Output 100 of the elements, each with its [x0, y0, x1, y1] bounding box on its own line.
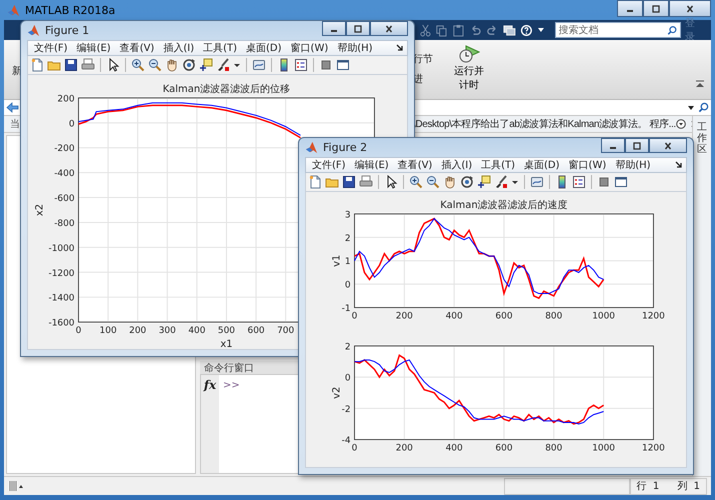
menu-item[interactable]: 桌面(D) — [521, 158, 563, 172]
linked-plot-icon[interactable] — [530, 175, 544, 189]
tick-label: 400 — [446, 312, 463, 322]
tick-label: 200 — [396, 312, 413, 322]
menu-item[interactable]: 工具(T) — [200, 41, 240, 55]
maximize-button[interactable] — [643, 0, 669, 17]
logo-icon — [7, 4, 20, 16]
brush-icon[interactable] — [494, 175, 508, 189]
dock-arrow-icon[interactable] — [675, 161, 683, 169]
tick-label: 1000 — [592, 443, 615, 454]
tick-label: 3 — [344, 210, 351, 220]
close-button[interactable] — [370, 21, 408, 36]
scissors-icon[interactable] — [418, 24, 432, 36]
tick-label: 1000 — [592, 312, 615, 322]
tick-label: -200 — [54, 144, 75, 154]
new-file-icon[interactable] — [30, 58, 44, 72]
menu-item[interactable]: 插入(I) — [438, 158, 476, 172]
back-arrow-icon[interactable] — [6, 102, 19, 113]
tick-label: -1600 — [48, 318, 75, 329]
logo-icon — [27, 24, 40, 37]
save-icon[interactable] — [342, 175, 356, 189]
window-icon[interactable] — [614, 175, 628, 189]
tick-label: 500 — [218, 326, 236, 336]
collapse-icon[interactable] — [695, 80, 705, 88]
hand-icon[interactable] — [443, 175, 457, 189]
menu-item[interactable]: 工具(T) — [478, 158, 518, 172]
maximize-icon — [632, 142, 642, 150]
run-and-time-button[interactable]: 运行并 计时 — [443, 40, 495, 99]
function-hint[interactable]: fx — [204, 378, 216, 392]
search-icon[interactable] — [667, 24, 678, 36]
zoom-out-icon[interactable] — [426, 175, 440, 189]
dropdown-circle-icon[interactable] — [676, 119, 686, 129]
tick-label: -600 — [54, 194, 75, 204]
tick-label: 600 — [495, 312, 513, 322]
tick-label: 0 — [352, 312, 358, 322]
tick-label: -800 — [54, 218, 75, 229]
printer-icon[interactable] — [81, 58, 95, 72]
maximize-button[interactable] — [346, 21, 370, 36]
menu-item[interactable]: 查看(V) — [394, 158, 436, 172]
menu-item[interactable]: 文件(F) — [31, 41, 71, 55]
brush-icon[interactable] — [216, 58, 230, 72]
windows-icon[interactable] — [502, 24, 516, 36]
tick-label: 0 — [344, 280, 351, 291]
folder-path: \Desktop\本程序给出了ab滤波算法和Kalman滤波算法。 程序... — [413, 118, 676, 131]
panel-title: 命令行窗口 — [204, 362, 254, 374]
menu-item[interactable]: 帮助(H) — [612, 158, 654, 172]
tick-label: 0 — [352, 443, 358, 454]
menu-item[interactable]: 编辑(E) — [74, 41, 114, 55]
data-cursor-icon[interactable] — [477, 175, 491, 189]
menu-item[interactable]: 插入(I) — [160, 41, 198, 55]
linked-plot-icon[interactable] — [252, 58, 266, 72]
tick-label: 2 — [344, 234, 351, 244]
grip-icon[interactable] — [8, 480, 24, 492]
panel-title[interactable]: 工作区 — [697, 122, 707, 155]
help-icon[interactable] — [520, 24, 533, 36]
legend-icon[interactable] — [294, 58, 308, 72]
caret-icon[interactable] — [687, 104, 695, 110]
zoom-in-icon[interactable] — [131, 58, 145, 72]
menu-item[interactable]: 编辑(E) — [352, 158, 392, 172]
tick-label: 200 — [396, 443, 413, 454]
panel-label: 当 — [10, 119, 20, 130]
square-icon[interactable] — [597, 175, 611, 189]
close-icon — [685, 4, 695, 12]
save-icon[interactable] — [64, 58, 78, 72]
window-title: MATLAB R2018a — [25, 4, 116, 16]
square-icon[interactable] — [319, 58, 333, 72]
minimize-button[interactable] — [322, 21, 346, 36]
tick-label: -1400 — [48, 294, 75, 304]
chart-title: Kalman滤波器滤波后的速度 — [440, 200, 568, 211]
menu-item[interactable]: 查看(V) — [116, 41, 158, 55]
menu-item[interactable]: 桌面(D) — [243, 41, 285, 55]
legend-icon[interactable] — [572, 175, 586, 189]
hand-icon[interactable] — [165, 58, 179, 72]
caret-icon[interactable] — [536, 27, 544, 33]
close-button[interactable] — [649, 138, 687, 153]
rotate-icon[interactable] — [460, 175, 474, 189]
minimize-button[interactable] — [617, 0, 643, 17]
clipboard-icon[interactable] — [452, 24, 466, 36]
dock-arrow-icon[interactable] — [396, 44, 404, 52]
maximize-button[interactable] — [625, 138, 649, 153]
minimize-button[interactable] — [601, 138, 625, 153]
menu-item[interactable]: 文件(F) — [309, 158, 349, 172]
zoom-in-icon[interactable] — [409, 175, 423, 189]
axis-title: v2 — [332, 386, 343, 398]
close-button[interactable] — [669, 0, 711, 17]
tick-label: 0 — [68, 119, 75, 130]
copy-icon[interactable] — [435, 24, 448, 36]
menu-item[interactable]: 窗口(W) — [288, 41, 332, 55]
rotate-icon[interactable] — [182, 58, 196, 72]
new-file-icon[interactable] — [308, 175, 322, 189]
printer-icon[interactable] — [359, 175, 373, 189]
search-icon[interactable] — [698, 102, 709, 113]
window-icon[interactable] — [336, 58, 350, 72]
menu-item[interactable]: 帮助(H) — [334, 41, 376, 55]
tick-label: 1 — [344, 257, 351, 268]
zoom-out-icon[interactable] — [148, 58, 162, 72]
tick-label: 600 — [248, 326, 265, 336]
menu-item[interactable]: 窗口(W) — [566, 158, 610, 172]
data-cursor-icon[interactable] — [199, 58, 213, 72]
tick-label: 400 — [188, 326, 206, 336]
